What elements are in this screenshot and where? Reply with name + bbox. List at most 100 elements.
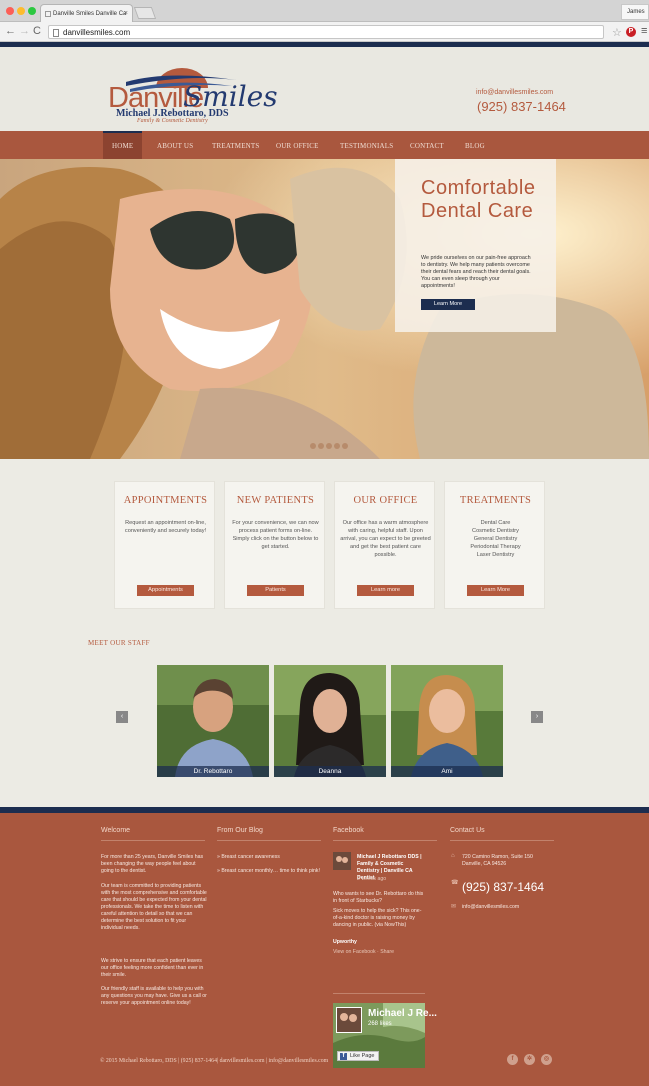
back-arrow-icon[interactable]: ← xyxy=(5,25,16,37)
contact-email[interactable]: info@danvillesmiles.com xyxy=(462,904,562,911)
email-icon: ✉ xyxy=(451,904,457,910)
welcome-paragraph-1: For more than 25 years, Danville Smiles … xyxy=(101,854,204,874)
hero-title: Comfortable Dental Care xyxy=(421,177,536,222)
welcome-paragraph-3: We strive to ensure that each patient le… xyxy=(101,958,204,978)
favicon-icon xyxy=(45,11,51,17)
slider-dot-3[interactable] xyxy=(326,443,332,449)
minimize-window-button[interactable] xyxy=(17,7,25,15)
card-title: APPOINTMENTS xyxy=(123,495,208,506)
divider xyxy=(450,840,554,841)
facebook-like-page-button[interactable]: f Like Page xyxy=(337,1051,379,1061)
header-phone[interactable]: (925) 837-1464 xyxy=(477,99,566,114)
copyright: © 2015 Michael Rebottaro, DDS | (925) 83… xyxy=(100,1058,329,1064)
footer-welcome-heading: Welcome xyxy=(101,827,131,834)
staff-portrait xyxy=(274,665,386,777)
staff-name: Dr. Rebottaro xyxy=(157,766,269,777)
nav-our-office[interactable]: OUR OFFICE xyxy=(276,131,319,159)
facebook-icon[interactable]: f xyxy=(507,1054,518,1065)
slider-dot-2[interactable] xyxy=(318,443,324,449)
patients-button[interactable]: Patients xyxy=(247,585,304,596)
facebook-widget-name[interactable]: Michael J Re... xyxy=(368,1008,437,1019)
staff-photo-ami[interactable]: Ami xyxy=(391,665,503,777)
footer-blog-heading: From Our Blog xyxy=(217,827,263,834)
staff-portrait xyxy=(391,665,503,777)
tab-close-icon[interactable]: × xyxy=(124,10,128,17)
url-input[interactable]: danvillesmiles.com xyxy=(48,25,604,39)
main-navigation: HOME ABOUT US TREATMENTS OUR OFFICE TEST… xyxy=(0,131,649,159)
staff-photo-deanna[interactable]: Deanna xyxy=(274,665,386,777)
divider xyxy=(333,993,425,994)
nav-blog[interactable]: BLOG xyxy=(465,131,485,159)
office-learn-more-button[interactable]: Learn more xyxy=(357,585,414,596)
nav-contact[interactable]: CONTACT xyxy=(410,131,444,159)
facebook-post-text: Who wants to see Dr. Rebottaro do this i… xyxy=(333,891,424,904)
card-treatments: TREATMENTS Dental Care Cosmetic Dentistr… xyxy=(444,481,545,609)
facebook-post-source[interactable]: Upworthy xyxy=(333,939,427,946)
staff-name: Deanna xyxy=(274,766,386,777)
appointments-button[interactable]: Appointments xyxy=(137,585,194,596)
contact-phone[interactable]: (925) 837-1464 xyxy=(462,880,544,894)
facebook-page-avatar[interactable] xyxy=(333,852,351,870)
pinterest-icon[interactable]: P xyxy=(626,27,636,37)
yelp-icon[interactable]: ✲ xyxy=(524,1054,535,1065)
location-icon: ⌂ xyxy=(451,853,455,859)
nav-about-us[interactable]: ABOUT US xyxy=(157,131,193,159)
nav-treatments[interactable]: TREATMENTS xyxy=(212,131,260,159)
facebook-widget-likes: 268 likes xyxy=(368,1021,392,1027)
bookmark-star-icon[interactable]: ☆ xyxy=(612,26,622,39)
card-text: Dental Care Cosmetic Dentistry General D… xyxy=(470,520,521,558)
browser-tab[interactable]: Danville Smiles Danville Ca × xyxy=(40,4,133,22)
welcome-paragraph-4: Our friendly staff is available to help … xyxy=(101,986,207,1006)
blog-post-link[interactable]: » Breast cancer awareness xyxy=(217,854,321,861)
forward-arrow-icon[interactable]: → xyxy=(19,25,30,37)
staff-name: Ami xyxy=(391,766,503,777)
tab-bar: Danville Smiles Danville Ca × James xyxy=(0,0,649,22)
hero-learn-more-button[interactable]: Learn More xyxy=(421,299,475,310)
card-title: OUR OFFICE xyxy=(353,495,418,506)
nav-home[interactable]: HOME xyxy=(103,131,142,159)
logo-tagline: Family & Cosmetic Dentistry xyxy=(137,118,208,124)
divider xyxy=(333,840,437,841)
header-email-link[interactable]: info@danvillesmiles.com xyxy=(476,89,553,96)
hero-description: We pride ourselves on our pain-free appr… xyxy=(421,255,531,289)
card-appointments: APPOINTMENTS Request an appointment on-l… xyxy=(114,481,215,609)
card-text: Our office has a warm atmosphere with ca… xyxy=(340,520,431,558)
divider xyxy=(217,840,321,841)
staff-portrait xyxy=(157,665,269,777)
url-text: danvillesmiles.com xyxy=(63,28,131,37)
reload-icon[interactable]: C xyxy=(33,25,41,37)
close-window-button[interactable] xyxy=(6,7,14,15)
facebook-post-actions[interactable]: View on Facebook · Share xyxy=(333,949,427,956)
staff-next-arrow-icon[interactable]: › xyxy=(531,711,543,723)
facebook-post-text: Sick moves to help the sick? This one-of… xyxy=(333,908,422,928)
tab-title: Danville Smiles Danville Ca xyxy=(53,11,127,17)
staff-photo-rebottaro[interactable]: Dr. Rebottaro xyxy=(157,665,269,777)
treatments-learn-more-button[interactable]: Learn More xyxy=(467,585,524,596)
browser-chrome: Danville Smiles Danville Ca × James ← → … xyxy=(0,0,649,44)
avatar xyxy=(333,852,351,870)
new-tab-button[interactable] xyxy=(133,7,157,19)
blog-post-link[interactable]: » Breast cancer monthly… time to think p… xyxy=(217,868,321,875)
card-text: For your convenience, we can now process… xyxy=(232,520,319,550)
address-bar: ← → C danvillesmiles.com ☆ P ≡ xyxy=(0,22,649,42)
browser-menu-icon[interactable]: ≡ xyxy=(641,25,647,37)
card-title: TREATMENTS xyxy=(459,495,532,506)
instagram-icon[interactable]: ◎ xyxy=(541,1054,552,1065)
page-icon xyxy=(53,29,59,37)
profile-button[interactable]: James xyxy=(621,4,649,20)
contact-address: 720 Camino Ramon, Suite 150 Danville, CA… xyxy=(462,854,533,867)
slider-dot-5[interactable] xyxy=(342,443,348,449)
footer-contact-heading: Contact Us xyxy=(450,827,485,834)
facebook-icon: f xyxy=(340,1053,347,1060)
slider-dot-1[interactable] xyxy=(310,443,316,449)
like-page-label: Like Page xyxy=(350,1053,375,1059)
nav-testimonials[interactable]: TESTIMONIALS xyxy=(340,131,393,159)
footer-facebook-heading: Facebook xyxy=(333,827,364,834)
facebook-post-time: 2 weeks ago xyxy=(357,876,387,882)
slider-dot-4[interactable] xyxy=(334,443,340,449)
welcome-paragraph-2: Our team is committed to providing patie… xyxy=(101,883,207,931)
maximize-window-button[interactable] xyxy=(28,7,36,15)
phone-icon: ☎ xyxy=(451,880,459,886)
card-our-office: OUR OFFICE Our office has a warm atmosph… xyxy=(334,481,435,609)
staff-prev-arrow-icon[interactable]: ‹ xyxy=(116,711,128,723)
